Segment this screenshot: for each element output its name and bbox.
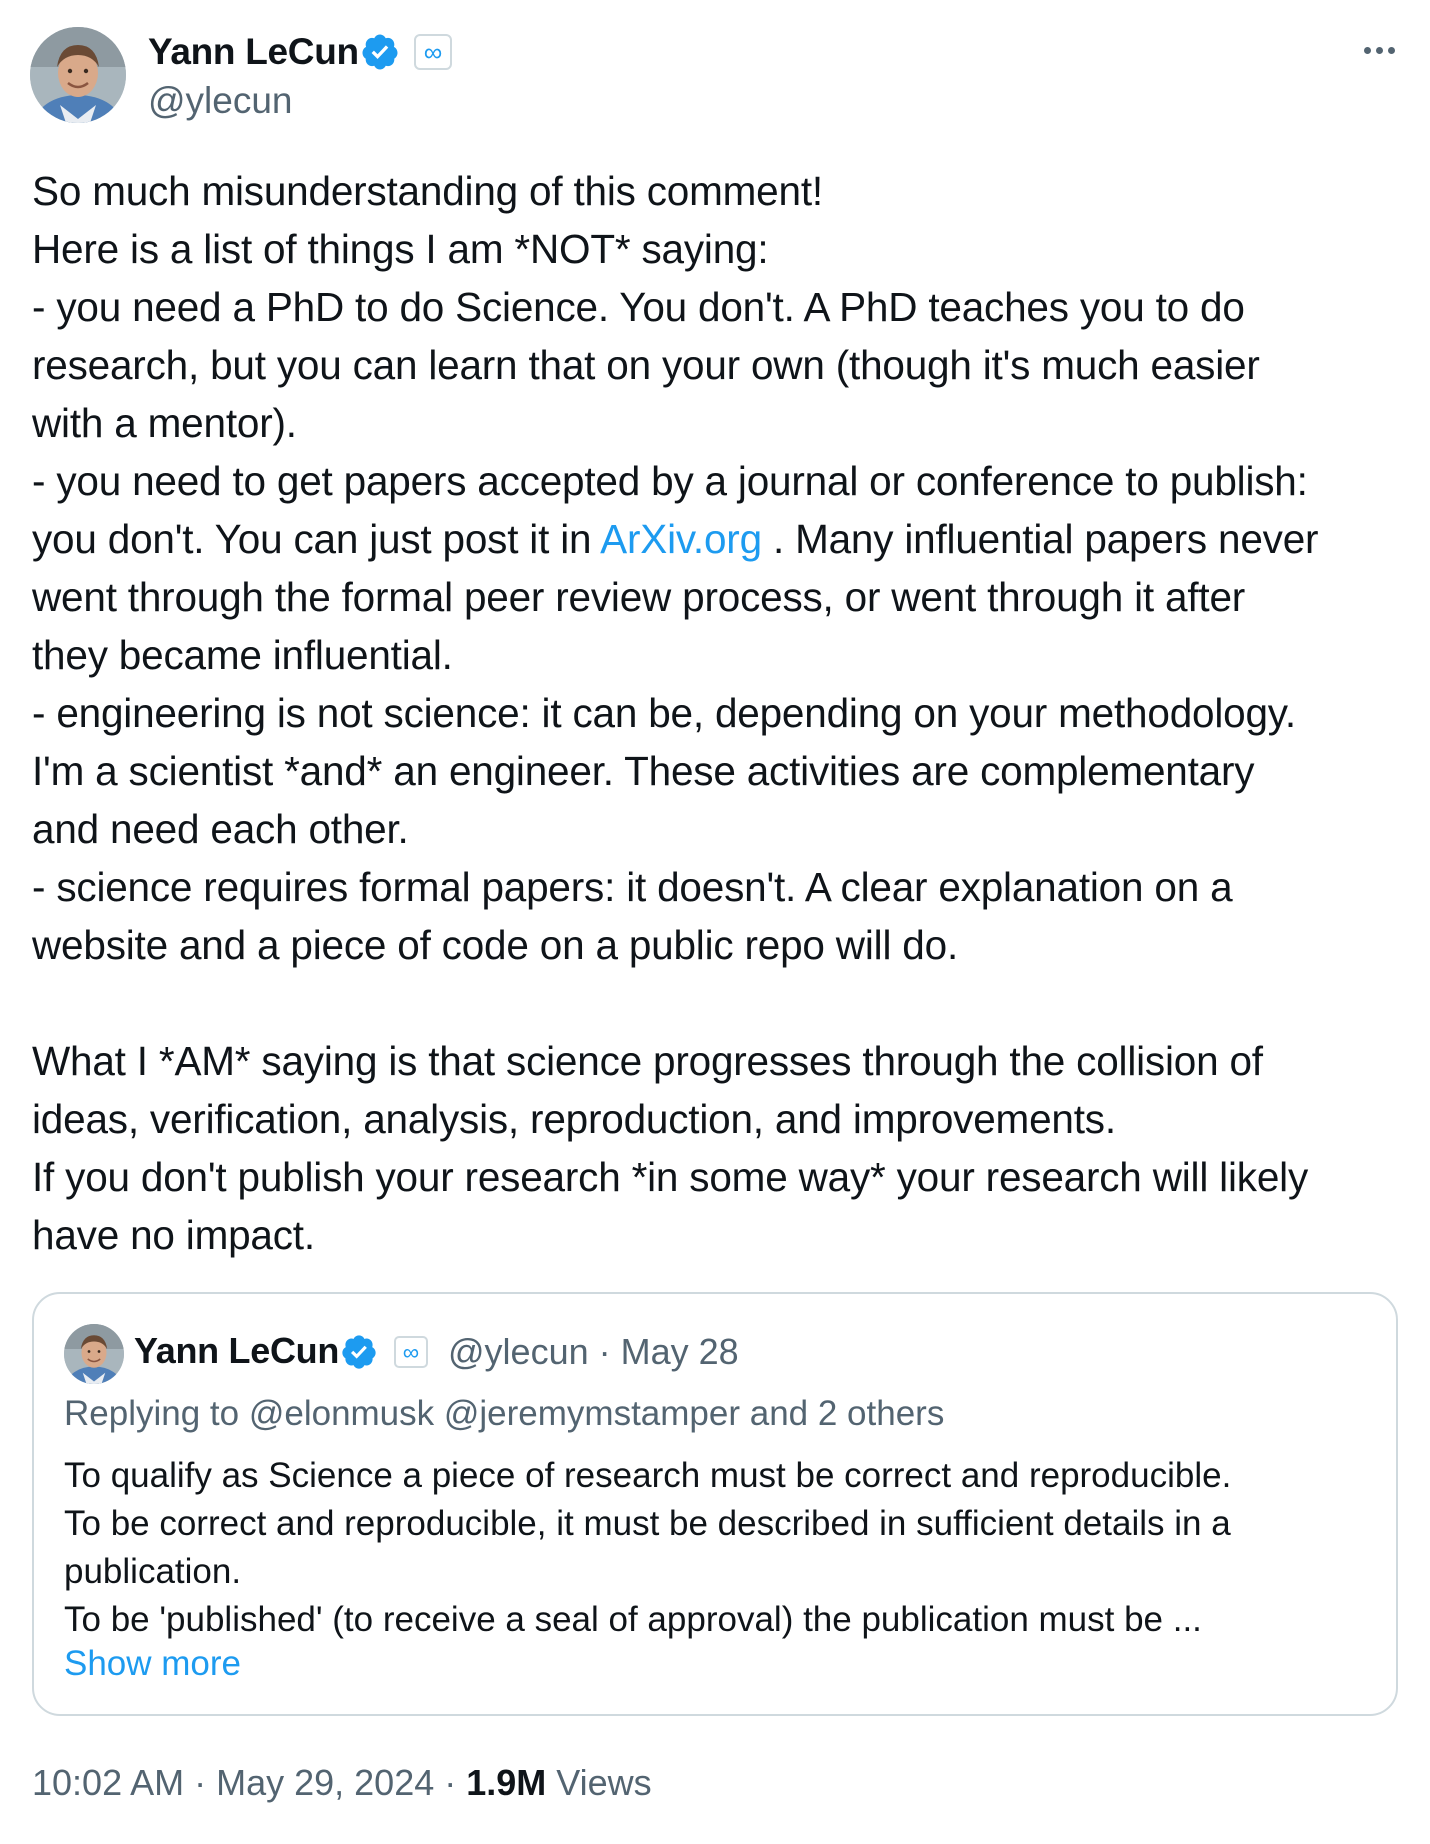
tweet-line: went through the formal peer review proc… bbox=[32, 574, 1246, 620]
tweet-line: What I *AM* saying is that science progr… bbox=[32, 1038, 1263, 1084]
views-count: 1.9M bbox=[466, 1762, 547, 1803]
quoted-line: To be 'published' (to receive a seal of … bbox=[64, 1600, 1202, 1639]
quoted-verified-badge-icon bbox=[342, 1335, 376, 1369]
tweet-line: So much misunderstanding of this comment… bbox=[32, 168, 823, 214]
tweet-line-with-link: you don't. You can just post it in ArXiv… bbox=[32, 510, 1402, 568]
tweet-line: ideas, verification, analysis, reproduct… bbox=[32, 1096, 1116, 1142]
tweet-line: - you need to get papers accepted by a j… bbox=[32, 458, 1308, 504]
tweet-line-prefix: you don't. You can just post it in bbox=[32, 516, 601, 562]
quoted-line: publication. bbox=[64, 1552, 242, 1591]
more-options-button[interactable] bbox=[1352, 30, 1406, 70]
more-dot-icon bbox=[1375, 46, 1383, 54]
tweet-line: website and a piece of code on a public … bbox=[32, 922, 959, 968]
tweet-line: they became influential. bbox=[32, 632, 453, 678]
quoted-author-name: Yann LeCun bbox=[134, 1330, 340, 1371]
tweet-line: I'm a scientist *and* an engineer. These… bbox=[32, 748, 1255, 794]
more-dot-icon bbox=[1363, 46, 1371, 54]
tweet-line: - science requires formal papers: it doe… bbox=[32, 864, 1233, 910]
tweet-line: - you need a PhD to do Science. You don'… bbox=[32, 284, 1245, 330]
verified-badge-icon bbox=[362, 34, 398, 70]
arxiv-link[interactable]: ArXiv.org bbox=[600, 516, 762, 562]
tweet-line: research, but you can learn that on your… bbox=[32, 342, 1260, 388]
quoted-tweet-text: To qualify as Science a piece of researc… bbox=[64, 1452, 1364, 1644]
avatar[interactable] bbox=[30, 27, 126, 123]
quoted-line: To qualify as Science a piece of researc… bbox=[64, 1456, 1232, 1495]
tweet-line-suffix: . Many influential papers never bbox=[761, 516, 1319, 562]
tweet-line: have no impact. bbox=[32, 1212, 315, 1258]
tweet-text: So much misunderstanding of this comment… bbox=[32, 162, 1402, 1264]
more-dot-icon bbox=[1387, 46, 1395, 54]
quoted-meta-affiliation-badge-icon: ∞ bbox=[394, 1336, 428, 1368]
avatar-image bbox=[30, 27, 126, 123]
author-name[interactable]: Yann LeCun bbox=[148, 31, 359, 73]
show-more-link[interactable]: Show more bbox=[64, 1644, 241, 1684]
tweet-footer: 10:02 AM · May 29, 2024 · 1.9M Views bbox=[32, 1762, 652, 1804]
meta-affiliation-badge-icon[interactable]: ∞ bbox=[414, 34, 452, 70]
timestamp[interactable]: 10:02 AM · May 29, 2024 · bbox=[32, 1762, 466, 1803]
quoted-handle-date: @ylecun · May 28 bbox=[448, 1331, 739, 1372]
tweet-line: - engineering is not science: it can be,… bbox=[32, 690, 1296, 736]
tweet-line: Here is a list of things I am *NOT* sayi… bbox=[32, 226, 769, 272]
tweet-line: If you don't publish your research *in s… bbox=[32, 1154, 1308, 1200]
author-handle[interactable]: @ylecun bbox=[148, 80, 293, 122]
quoted-avatar-image bbox=[64, 1324, 124, 1384]
quoted-avatar[interactable] bbox=[64, 1324, 124, 1384]
tweet-line: with a mentor). bbox=[32, 400, 297, 446]
views-label: Views bbox=[546, 1762, 652, 1803]
quoted-line: To be correct and reproducible, it must … bbox=[64, 1504, 1231, 1543]
tweet-line: and need each other. bbox=[32, 806, 409, 852]
tweet: Yann LeCun ∞ @ylecun So much misundersta… bbox=[0, 0, 1430, 1844]
quoted-tweet[interactable]: Yann LeCun ∞ @ylecun · May 28 Replying t… bbox=[32, 1292, 1398, 1716]
quoted-replying-to: Replying to @elonmusk @jeremymstamper an… bbox=[64, 1394, 945, 1433]
